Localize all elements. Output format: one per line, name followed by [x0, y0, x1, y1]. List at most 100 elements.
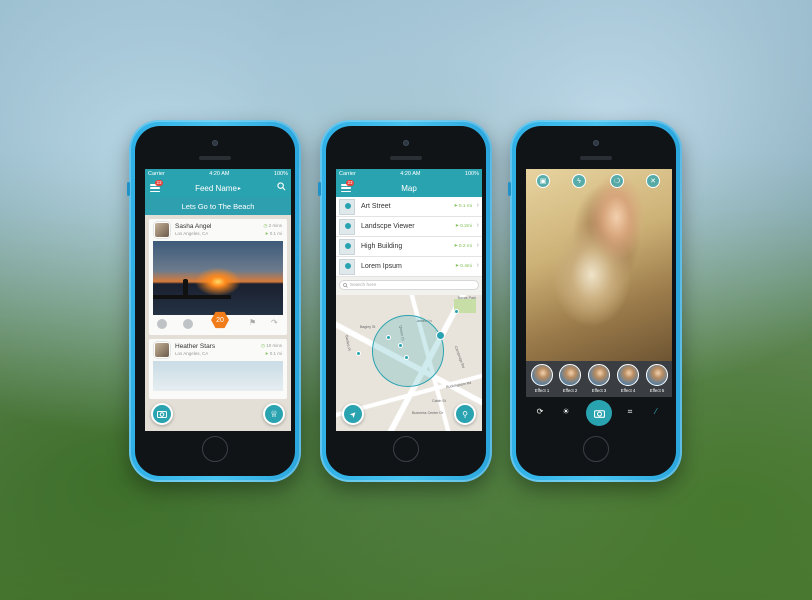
volume-button: [318, 182, 321, 196]
map-pin[interactable]: [386, 335, 391, 340]
avatar[interactable]: [154, 222, 170, 238]
camera-preview[interactable]: [526, 169, 672, 361]
carrier-label: Carrier: [339, 171, 356, 177]
speaker: [580, 156, 612, 160]
camera-screen: ▣ ϟ ❍ ✕ Effect 1 Effect 2 Effect 3 Effec…: [526, 169, 672, 431]
sound-icon[interactable]: [183, 319, 193, 329]
carrier-label: Carrier: [148, 171, 165, 177]
effect-option[interactable]: Effect 1: [531, 364, 553, 393]
effect-option[interactable]: Effect 3: [588, 364, 610, 393]
front-camera: [212, 140, 218, 146]
map-view[interactable]: Bavas Park James Ln Cambridge Rd Bagley …: [336, 295, 482, 431]
flash-button[interactable]: ϟ: [572, 174, 586, 188]
map-search-input[interactable]: Search here: [339, 280, 479, 290]
list-item[interactable]: Lorem Ipsum ➤ 0.4mi ›: [336, 257, 482, 277]
chevron-right-icon: ›: [476, 262, 479, 269]
feed-section-title: Lets Go to The Beach: [145, 197, 291, 215]
post-card[interactable]: Heather Stars Los Angeles, CA ◷ 10 mins …: [149, 339, 287, 399]
effect-thumbnail: [646, 364, 668, 386]
place-distance: ➤ 0.1 mi: [453, 204, 472, 209]
flag-icon[interactable]: ⚑: [249, 318, 256, 327]
gallery-button[interactable]: ▣: [536, 174, 550, 188]
nav-bar: 23 Map: [336, 179, 482, 197]
notification-badge: 23: [346, 180, 355, 186]
photo-icon: ▣: [539, 178, 547, 185]
current-location-marker[interactable]: [436, 331, 445, 340]
phone-face: Carrier 4:20 AM 100% 23 Feed Name ▸ Lets…: [135, 126, 295, 476]
trophy-icon: ♕: [269, 408, 279, 419]
crop-icon[interactable]: ⌗: [624, 407, 636, 417]
close-button[interactable]: ✕: [646, 174, 660, 188]
shutter-button[interactable]: [586, 400, 612, 426]
feed-name-title[interactable]: Feed Name: [195, 184, 237, 193]
location-arrow-icon: ➤: [264, 231, 269, 236]
phone-feed: Carrier 4:20 AM 100% 23 Feed Name ▸ Lets…: [127, 120, 301, 482]
home-button[interactable]: [583, 436, 609, 462]
effect-option[interactable]: Effect 4: [617, 364, 639, 393]
trophy-button[interactable]: ♕: [263, 403, 285, 425]
list-item[interactable]: High Building ➤ 0.2 mi ›: [336, 237, 482, 257]
place-thumbnail: [339, 199, 355, 215]
post-author[interactable]: Heather Stars: [175, 343, 215, 350]
post-card[interactable]: Sasha Angel Los Angeles, CA ◷ 2 mins ➤ 0…: [149, 219, 287, 335]
effect-option[interactable]: Effect 5: [646, 364, 668, 393]
list-item[interactable]: Landscpe Viewer ➤ 0.2mi ›: [336, 217, 482, 237]
map-pin[interactable]: [398, 343, 403, 348]
speaker: [390, 156, 422, 160]
effect-option[interactable]: Effect 2: [559, 364, 581, 393]
post-author[interactable]: Sasha Angel: [175, 223, 212, 230]
chat-button[interactable]: ❍: [610, 174, 624, 188]
caret-right-icon: ▸: [237, 185, 241, 192]
phone-face: Carrier 4:20 AM 100% 23 Map Art Street ➤…: [326, 126, 486, 476]
effect-thumbnail: [531, 364, 553, 386]
feed-screen: Carrier 4:20 AM 100% 23 Feed Name ▸ Lets…: [145, 169, 291, 431]
map-screen: Carrier 4:20 AM 100% 23 Map Art Street ➤…: [336, 169, 482, 431]
effect-label: Effect 5: [649, 388, 665, 393]
post-time: ◷ 10 mins: [261, 343, 282, 348]
home-button[interactable]: [393, 436, 419, 462]
speaker: [199, 156, 231, 160]
home-button[interactable]: [202, 436, 228, 462]
list-item[interactable]: Art Street ➤ 0.1 mi ›: [336, 197, 482, 217]
volume-button: [508, 182, 511, 196]
map-pin[interactable]: [404, 355, 409, 360]
rotate-camera-icon[interactable]: ⟳: [534, 407, 546, 416]
search-icon[interactable]: [277, 182, 286, 191]
location-arrow-icon: ➤: [264, 351, 269, 356]
phone-face: ▣ ϟ ❍ ✕ Effect 1 Effect 2 Effect 3 Effec…: [516, 126, 676, 476]
chevron-right-icon: ›: [476, 242, 479, 249]
place-name: Landscpe Viewer: [361, 223, 415, 230]
close-icon: ✕: [650, 178, 656, 185]
post-location: Los Angeles, CA: [175, 351, 209, 356]
place-name: Lorem Ipsum: [361, 263, 402, 270]
place-thumbnail: [339, 239, 355, 255]
effect-label: Effect 3: [591, 388, 607, 393]
add-pin-button[interactable]: ⚲: [454, 403, 476, 425]
status-bar: Carrier 4:20 AM 100%: [336, 169, 482, 179]
place-thumbnail: [339, 259, 355, 275]
map-pin[interactable]: [454, 309, 459, 314]
pier-shape: [153, 295, 231, 299]
brightness-icon[interactable]: ☀: [560, 407, 572, 416]
magic-wand-icon[interactable]: ⁄: [650, 407, 662, 416]
navigation-arrow-icon: ➤: [347, 408, 359, 420]
camera-icon: [157, 411, 167, 418]
camera-button[interactable]: [151, 403, 173, 425]
post-photo[interactable]: [153, 361, 283, 391]
locate-me-button[interactable]: ➤: [342, 403, 364, 425]
battery-label: 100%: [273, 171, 288, 177]
place-distance: ➤ 0.2mi: [454, 224, 472, 229]
status-bar: Carrier 4:20 AM 100%: [145, 169, 291, 179]
megaphone-icon[interactable]: [157, 319, 167, 329]
street-label: Buckingham Rd: [445, 380, 472, 390]
place-thumbnail: [339, 219, 355, 235]
avatar[interactable]: [154, 342, 170, 358]
share-icon[interactable]: ↷: [271, 318, 278, 327]
chevron-right-icon: ›: [476, 222, 479, 229]
battery-label: 100%: [464, 171, 479, 177]
chevron-right-icon: ›: [476, 202, 479, 209]
post-photo[interactable]: [153, 241, 283, 315]
street-label: Cambridge Rd: [453, 345, 466, 369]
map-pin[interactable]: [356, 351, 361, 356]
search-radius-circle: [372, 315, 444, 387]
